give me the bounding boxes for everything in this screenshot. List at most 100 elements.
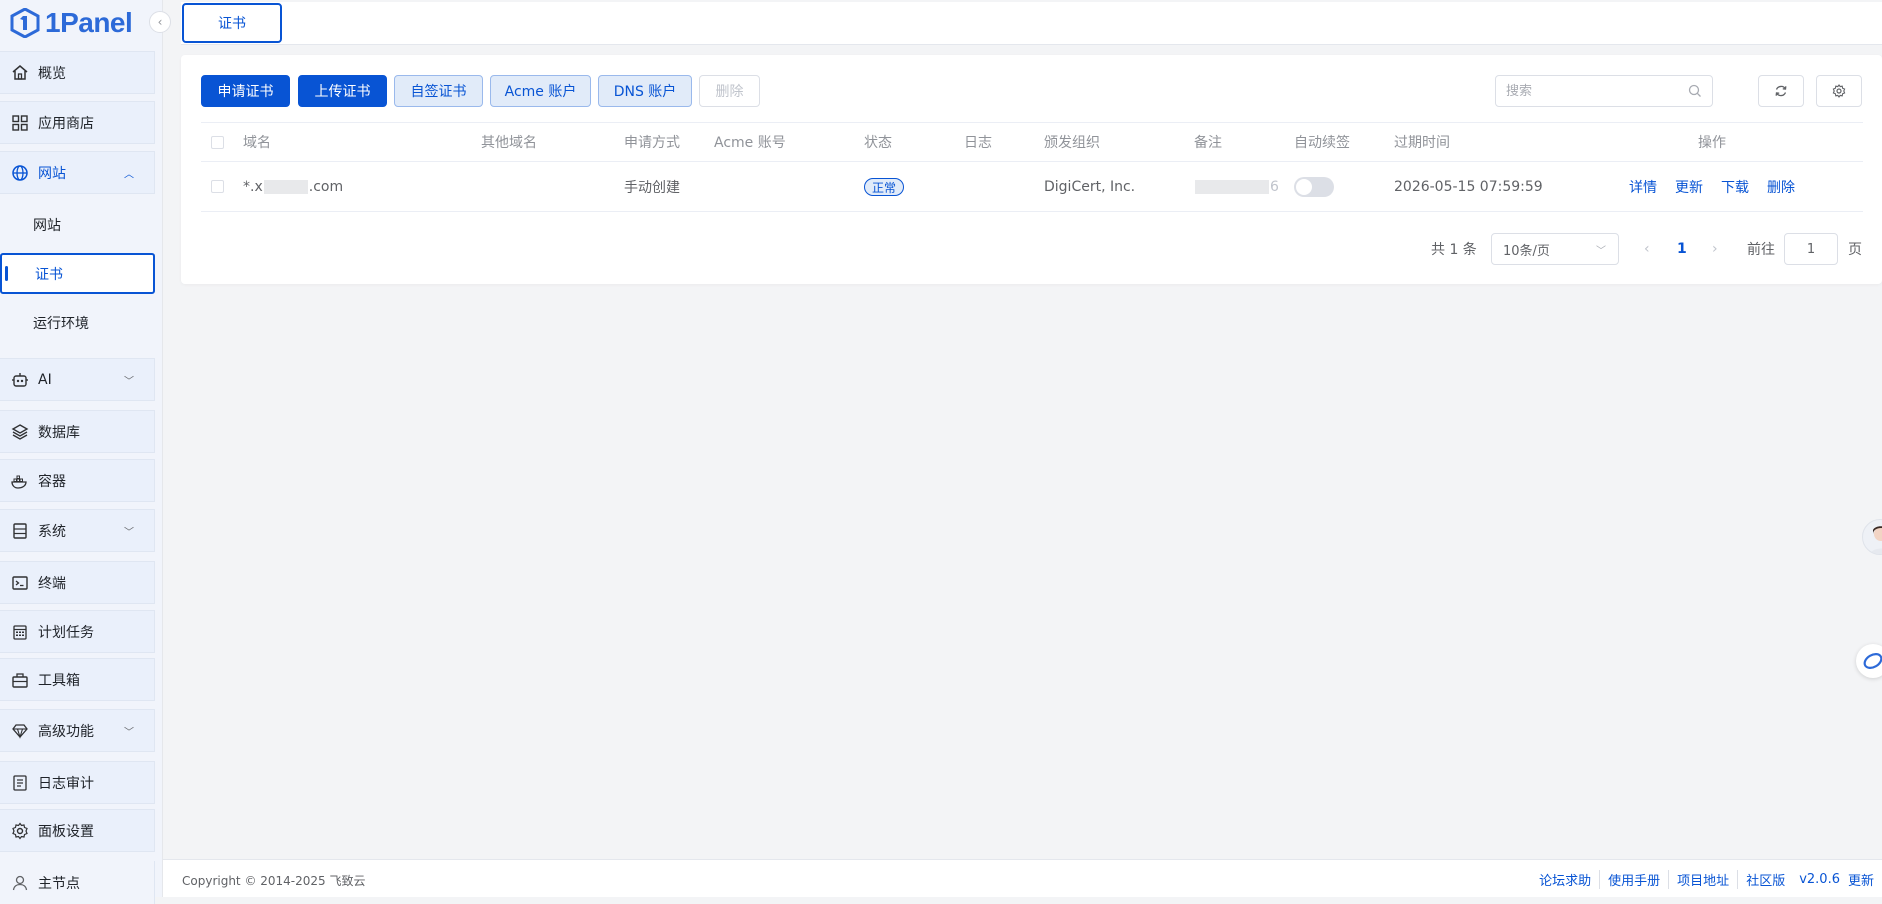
diamond-icon xyxy=(11,722,29,740)
app-logo[interactable]: 1Panel xyxy=(10,4,133,42)
row-actions: 详情 更新 下载 删除 xyxy=(1629,162,1813,211)
button-label: 自签证书 xyxy=(410,84,467,100)
column-header: 操作 xyxy=(1698,135,1726,151)
user-icon xyxy=(11,874,29,892)
batch-delete-button[interactable]: 删除 xyxy=(699,75,760,107)
sidebar-item-label: 主节点 xyxy=(38,875,80,892)
column-header: 状态 xyxy=(864,135,892,151)
acme-account-button[interactable]: Acme 账户 xyxy=(490,75,591,107)
chevron-up-icon: ︿ xyxy=(124,169,134,180)
sidebar-subitem-certificate[interactable]: 证书 xyxy=(0,253,155,294)
search-input[interactable] xyxy=(1496,76,1686,106)
apply-certificate-button[interactable]: 申请证书 xyxy=(201,75,290,107)
sidebar-subitem-website[interactable]: 网站 xyxy=(0,204,155,245)
delete-link[interactable]: 删除 xyxy=(1767,177,1795,197)
row-checkbox[interactable] xyxy=(211,180,224,193)
button-label: 删除 xyxy=(715,84,744,100)
sidebar-collapse-button[interactable]: ‹ xyxy=(149,11,171,33)
goto-label: 前往 xyxy=(1747,242,1775,258)
sidebar-item-log-audit[interactable]: 日志审计 xyxy=(0,761,155,804)
sidebar-item-label: 计划任务 xyxy=(38,624,94,641)
assistant-avatar[interactable] xyxy=(1862,519,1882,555)
button-label: Acme 账户 xyxy=(504,84,577,100)
robot-icon xyxy=(11,371,29,389)
next-page-button[interactable]: › xyxy=(1712,233,1718,265)
sidebar-subitem-label: 证书 xyxy=(35,266,63,283)
column-header: 日志 xyxy=(964,135,992,151)
gear-icon xyxy=(1832,84,1846,98)
page-size-value: 10条/页 xyxy=(1503,243,1550,259)
download-link[interactable]: 下载 xyxy=(1721,177,1749,197)
upload-certificate-button[interactable]: 上传证书 xyxy=(298,75,387,107)
toolbox-icon xyxy=(11,671,29,689)
tab-label: 证书 xyxy=(218,16,246,32)
chevron-down-icon: ﹀ xyxy=(124,527,134,538)
sidebar-item-label: 高级功能 xyxy=(38,723,94,740)
tab-certificate[interactable]: 证书 xyxy=(182,3,282,43)
sidebar-item-container[interactable]: 容器 xyxy=(0,459,155,502)
user-manual-link[interactable]: 使用手册 xyxy=(1600,870,1670,889)
footer: Copyright © 2014-2025 飞致云 论坛求助 使用手册 项目地址… xyxy=(163,859,1882,897)
redacted-block xyxy=(1195,179,1269,194)
sidebar-item-label: 概览 xyxy=(38,65,66,82)
tab-bar: 证书 xyxy=(181,2,1882,45)
sidebar-item-advanced[interactable]: 高级功能 ﹀ xyxy=(0,709,155,752)
sidebar-item-website[interactable]: 网站 ︿ xyxy=(0,151,155,194)
page-size-select[interactable]: 10条/页 ﹀ xyxy=(1491,233,1619,265)
dns-account-button[interactable]: DNS 账户 xyxy=(598,75,692,107)
search-icon[interactable] xyxy=(1688,84,1702,98)
self-signed-certificate-button[interactable]: 自签证书 xyxy=(394,75,483,107)
domain-cell[interactable]: *.x .com xyxy=(243,162,343,211)
redacted-block xyxy=(263,179,308,194)
column-header: 申请方式 xyxy=(624,135,680,151)
refresh-icon xyxy=(1775,85,1787,97)
server-icon xyxy=(11,522,29,540)
chat-float-button[interactable] xyxy=(1856,644,1882,678)
method-cell: 手动创建 xyxy=(624,179,680,196)
update-link[interactable]: 更新 xyxy=(1848,870,1874,889)
sidebar-item-ai[interactable]: AI ﹀ xyxy=(0,358,155,401)
project-link[interactable]: 项目地址 xyxy=(1669,870,1739,889)
gear-icon xyxy=(11,822,29,840)
renew-link[interactable]: 更新 xyxy=(1675,177,1703,197)
chat-icon xyxy=(1863,653,1882,669)
detail-link[interactable]: 详情 xyxy=(1629,177,1657,197)
refresh-button[interactable] xyxy=(1758,75,1804,107)
sidebar-item-system[interactable]: 系统 ﹀ xyxy=(0,509,155,552)
sidebar-item-database[interactable]: 数据库 xyxy=(0,410,155,453)
button-label: 上传证书 xyxy=(314,84,371,100)
sidebar-item-label: 面板设置 xyxy=(38,823,94,840)
copyright-text: Copyright © 2014-2025 飞致云 xyxy=(182,874,366,888)
column-header: 备注 xyxy=(1194,135,1222,151)
sidebar-item-overview[interactable]: 概览 xyxy=(0,51,155,94)
sidebar-subitem-runtime[interactable]: 运行环境 xyxy=(0,302,155,343)
column-header: Acme 账号 xyxy=(714,135,786,151)
button-label: 申请证书 xyxy=(217,84,274,100)
sidebar-item-toolbox[interactable]: 工具箱 xyxy=(0,658,155,701)
chevron-down-icon: ﹀ xyxy=(124,727,134,738)
select-all-checkbox[interactable] xyxy=(211,135,224,149)
sidebar-item-label: 网站 xyxy=(38,165,66,182)
auto-renew-toggle[interactable] xyxy=(1294,176,1334,197)
status-badge: 正常 xyxy=(864,177,905,196)
sidebar-item-label: 应用商店 xyxy=(38,115,94,132)
footer-links: 论坛求助 使用手册 项目地址 社区版 v2.0.6 更新 xyxy=(1531,870,1874,889)
sidebar-item-cron[interactable]: 计划任务 xyxy=(0,610,155,653)
sidebar-item-node[interactable]: 主节点 xyxy=(0,861,155,904)
table-settings-button[interactable] xyxy=(1816,75,1862,107)
edition-link[interactable]: 社区版 xyxy=(1738,870,1793,889)
certificate-panel: 申请证书 上传证书 自签证书 Acme 账户 DNS 账户 删除 域名 其他域名… xyxy=(181,55,1882,284)
page-number-current[interactable]: 1 xyxy=(1677,233,1687,265)
sidebar-item-settings[interactable]: 面板设置 xyxy=(0,809,155,852)
sidebar-item-terminal[interactable]: 终端 xyxy=(0,561,155,604)
prev-page-button[interactable]: ‹ xyxy=(1644,233,1650,265)
goto-page-input[interactable] xyxy=(1784,233,1838,265)
sidebar-item-appstore[interactable]: 应用商店 xyxy=(0,101,155,144)
forum-help-link[interactable]: 论坛求助 xyxy=(1531,870,1601,889)
column-header[interactable]: 域名 xyxy=(243,123,271,161)
sidebar-subitem-label: 网站 xyxy=(33,217,61,234)
chevron-down-icon: ﹀ xyxy=(124,376,134,387)
sidebar-item-label: AI xyxy=(38,371,52,388)
home-icon xyxy=(11,64,29,82)
issuer-cell: DigiCert, Inc. xyxy=(1044,178,1136,195)
